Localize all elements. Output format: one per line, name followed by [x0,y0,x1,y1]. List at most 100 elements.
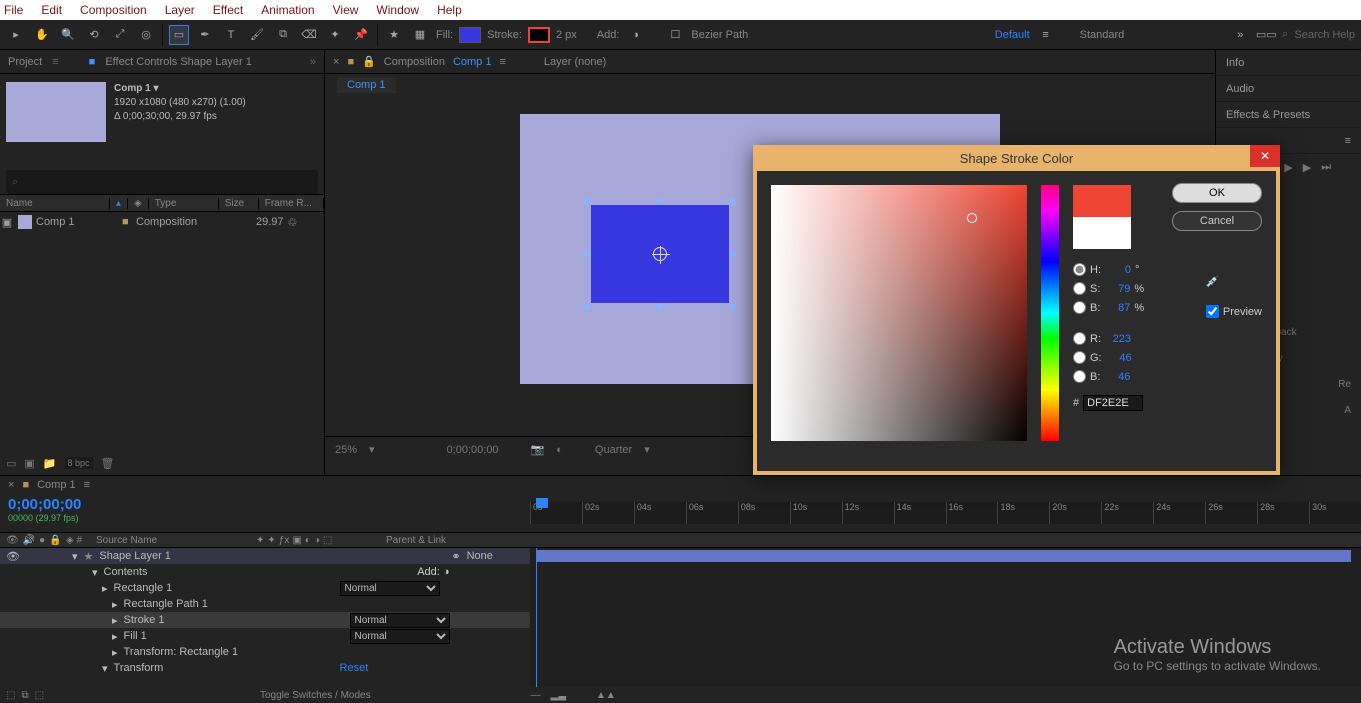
stroke-swatch[interactable] [528,27,550,43]
toggle-switches-modes[interactable]: Toggle Switches / Modes [260,690,371,701]
col-type[interactable]: Type [149,198,219,209]
project-search-input[interactable]: ⌕ [6,170,318,194]
timeline-tab-comp[interactable]: Comp 1 [37,479,76,491]
new-color-swatch[interactable] [1073,185,1131,217]
col-framerate[interactable]: Frame R... [259,198,324,209]
menu-view[interactable]: View [333,3,359,17]
blue-radio[interactable] [1073,370,1086,383]
close-viewer-icon[interactable]: × [333,56,339,68]
hand-tool-icon[interactable]: ✋ [32,25,52,45]
add-property-icon[interactable]: ◑ [443,566,450,578]
current-time[interactable]: 0;00;00;00 [447,444,499,456]
hue-value[interactable]: 0 [1105,264,1131,276]
close-timeline-tab-icon[interactable]: × [8,479,14,491]
trash-icon[interactable]: 🗑 [101,457,115,470]
grid-icon[interactable]: ▦ [410,25,430,45]
property-row[interactable]: ▸Transform: Rectangle 1 [0,644,530,660]
orbit-tool-icon[interactable]: ⟲ [84,25,104,45]
bri-value[interactable]: 87 [1104,302,1130,314]
panel-menu-icon[interactable]: ≡ [52,56,58,68]
rotate-tool-icon[interactable]: ⤢ [110,25,130,45]
tabs-overflow-icon[interactable]: » [310,56,316,68]
color-field[interactable] [771,185,1027,441]
layer-duration-bar[interactable] [536,550,1351,562]
parent-dropdown[interactable]: None [467,550,493,562]
workspace-default[interactable]: Default [995,29,1030,41]
add-menu-icon[interactable]: ◑ [625,25,645,45]
menu-animation[interactable]: Animation [261,3,314,17]
audio-column-icon[interactable]: 🔊 [23,535,35,546]
tab-project[interactable]: Project [8,56,42,68]
layer-row[interactable]: 👁▾★ Shape Layer 1 ⚭None [0,548,530,564]
col-size[interactable]: Size [219,198,259,209]
selection-tool-icon[interactable]: ▸ [6,25,26,45]
new-folder-icon[interactable]: 📁 [43,457,57,470]
project-item-row[interactable]: ▣ Comp 1 ■ Composition 29.97 ♲ [0,212,324,232]
bit-depth[interactable]: 8 bpc [65,457,93,469]
col-label-icon[interactable]: ◈ [128,198,149,209]
stroke-width[interactable]: 2 px [556,29,577,41]
flowchart-crumb[interactable]: Comp 1 [337,77,396,93]
workspace-menu-icon[interactable]: ≡ [1036,25,1056,45]
menu-window[interactable]: Window [376,3,419,17]
menu-edit[interactable]: Edit [41,3,62,17]
anchor-tool-icon[interactable]: ◎ [136,25,156,45]
pen-tool-icon[interactable]: ✒ [195,25,215,45]
panel-audio[interactable]: Audio [1216,76,1361,102]
ok-button[interactable]: OK [1172,183,1262,203]
timeline-current-time[interactable]: 0;00;00;00 [8,496,522,513]
col-sort-icon[interactable]: ▴ [110,198,128,209]
panel-effects-presets[interactable]: Effects & Presets [1216,102,1361,128]
red-radio[interactable] [1073,332,1086,345]
workspace-overflow-icon[interactable]: » [1230,25,1250,45]
green-value[interactable]: 46 [1106,352,1132,364]
play-icon[interactable]: ▶ [1284,161,1292,174]
motion-blur-icon[interactable]: ⬚ [35,690,44,701]
roto-tool-icon[interactable]: ✦ [325,25,345,45]
clone-tool-icon[interactable]: ⧉ [273,25,293,45]
brush-tool-icon[interactable]: 🖌 [247,25,267,45]
viewer-tab-layer[interactable]: Layer (none) [544,56,606,68]
panel-menu-icon[interactable]: ≡ [84,479,90,491]
panel-menu-icon[interactable]: ≡ [1345,135,1351,147]
time-ruler[interactable]: 0s02s04s06s08s10s12s14s16s18s20s22s24s26… [530,494,1361,532]
hue-slider[interactable] [1041,185,1059,441]
menu-help[interactable]: Help [437,3,462,17]
menu-composition[interactable]: Composition [80,3,147,17]
next-frame-icon[interactable]: ▶ [1303,161,1311,174]
blend-mode-dropdown[interactable]: Normal [340,581,440,596]
hue-radio[interactable] [1073,263,1086,276]
sat-value[interactable]: 79 [1104,283,1130,295]
bri-radio[interactable] [1073,301,1086,314]
menu-layer[interactable]: Layer [165,3,195,17]
reset-link[interactable]: Reset [340,662,460,674]
property-row[interactable]: ▸Stroke 1Normal [0,612,530,628]
green-radio[interactable] [1073,351,1086,364]
snapshot-icon[interactable]: 📷 [531,443,545,456]
property-row[interactable]: ▸Rectangle Path 1 [0,596,530,612]
panel-menu-icon[interactable]: ≡ [499,56,505,68]
zoom-out-icon[interactable]: — [531,690,541,701]
close-icon[interactable]: ✕ [1250,145,1280,167]
lock-icon[interactable]: 🔒 [362,55,376,68]
magnification-dropdown[interactable]: 25% [335,444,357,456]
property-row[interactable]: ▸Rectangle 1Normal [0,580,530,596]
search-help-icon[interactable]: ⌕ [1282,28,1288,41]
hex-input[interactable] [1083,395,1143,411]
resolution-dropdown[interactable]: Quarter [595,444,632,456]
bezier-checkbox[interactable]: ☐ [665,25,685,45]
panel-info[interactable]: Info [1216,50,1361,76]
old-color-swatch[interactable] [1073,217,1131,249]
frame-blend-icon[interactable]: ⧉ [21,690,28,701]
property-row[interactable]: ▾TransformReset [0,660,530,676]
property-row[interactable]: ▸Fill 1Normal [0,628,530,644]
zoom-tool-icon[interactable]: 🔍 [58,25,78,45]
blue-value[interactable]: 46 [1104,371,1130,383]
composition-name[interactable]: Comp 1 ▾ [114,82,246,96]
tab-effect-controls[interactable]: Effect Controls Shape Layer 1 [105,56,252,68]
rectangle-tool-icon[interactable]: ▭ [169,25,189,45]
col-name[interactable]: Name [0,198,110,209]
zoom-in-icon[interactable]: ▲▲ [596,690,616,701]
anchor-point-icon[interactable] [653,247,667,261]
interpret-icon[interactable]: ▭ [6,457,16,470]
